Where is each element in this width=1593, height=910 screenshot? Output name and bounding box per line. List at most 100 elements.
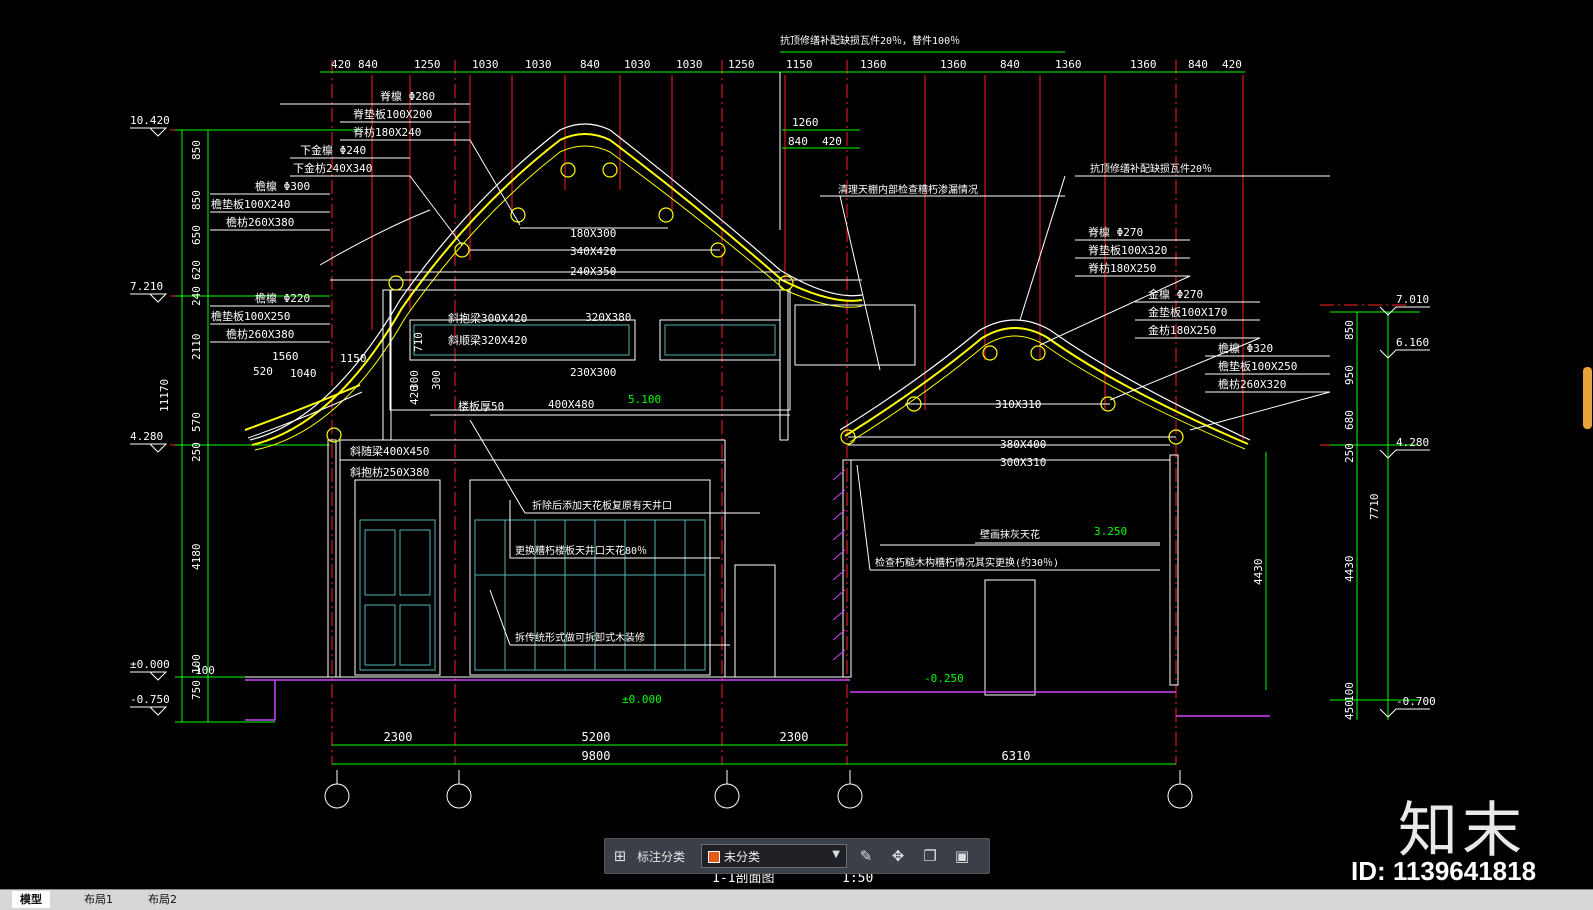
misc-dim-1: 1150 — [340, 352, 367, 365]
top-dim-right-0: 1150 — [786, 58, 813, 71]
left-dim-4: 240 — [190, 286, 203, 306]
axis-label-B: B — [846, 790, 855, 805]
axis-label-C: C — [722, 790, 731, 805]
left-dim-2: 650 — [190, 225, 203, 245]
member-label-left-4: 下金枋240X340 — [293, 161, 372, 175]
top-dim-right-7: 420 — [1222, 58, 1242, 71]
inner-dim-4430: 4430 — [1252, 559, 1265, 586]
axis-label-A: A — [1176, 790, 1185, 805]
right-dim-3: 250 — [1343, 443, 1356, 463]
member-label-left-2: 脊枋180X240 — [353, 125, 421, 139]
misc-dim-8: 100 — [195, 664, 215, 677]
top-dim-right-5: 1360 — [1130, 58, 1157, 71]
layout-tab-bar: 模型 布局1 布局2 — [0, 889, 1593, 910]
left-dim-labels: 85085065062024021105702504180100750 — [190, 140, 203, 700]
axis-label-D: D — [454, 790, 464, 805]
level-mid-2: -0.250 — [924, 672, 964, 685]
top-dimension-chain — [320, 51, 1245, 149]
level-right-3: -0.700 — [1396, 695, 1436, 708]
top-dim-left-3: 1030 — [472, 58, 499, 71]
member-label-mid-7: 400X480 — [548, 398, 594, 411]
member-label-mid-1: 340X420 — [570, 245, 616, 258]
note-plaster: 壁画抹灰天花 — [980, 528, 1040, 541]
level-left-1: 7.210 — [130, 280, 163, 293]
member-labels-mid: 180X300 340X420 240X350 斜抱梁300X420 斜顺梁320X42… — [350, 227, 631, 479]
member-labels-left: 脊檩 Φ280 脊垫板100X200 脊枋180X240 下金檩 Φ240 下金枋240… — [195, 89, 443, 677]
move-icon[interactable]: ✥ — [889, 847, 907, 865]
copy-icon[interactable]: ❐ — [921, 847, 939, 865]
member-label-mid-10: 斜抱枋250X380 — [350, 465, 429, 479]
annotation-toolbar: ⊞ 标注分类 未分类 ▼ ✎ ✥ ❐ ▣ — [604, 838, 990, 874]
vertical-scroll-indicator[interactable] — [1583, 367, 1592, 429]
level-right-0: 7.010 — [1396, 293, 1429, 306]
member-label-mid-4: 斜顺梁320X420 — [448, 333, 527, 347]
chevron-down-icon: ▼ — [832, 849, 840, 860]
level-mid-0: 5.100 — [628, 393, 661, 406]
right-dim-6: 450 — [1343, 700, 1356, 720]
member-label-right-4: 金垫板100X170 — [1148, 305, 1227, 319]
top-dim-left-5: 840 — [580, 58, 600, 71]
left-dim-3: 620 — [190, 260, 203, 280]
axis-label-E: E — [333, 790, 341, 805]
misc-dim-3: 1040 — [290, 367, 317, 380]
top-dim-right-1: 1360 — [860, 58, 887, 71]
note-replace: 更换糟朽楼板天井口天花80％ — [515, 544, 647, 557]
member-label-right-1: 脊垫板100X320 — [1088, 243, 1167, 257]
level-mid-1: 3.250 — [1094, 525, 1127, 538]
member-label-mid-0: 180X300 — [570, 227, 616, 240]
edit-icon[interactable]: ✎ — [857, 847, 875, 865]
category-dropdown[interactable]: 未分类 ▼ — [701, 844, 847, 868]
member-label-left-0: 脊檩 Φ280 — [380, 89, 435, 103]
tab-model[interactable]: 模型 — [12, 891, 50, 908]
top-dim-left-0: 420 — [331, 58, 351, 71]
member-label-right-7: 檐垫板100X250 — [1218, 359, 1297, 373]
misc-dim-4: 710 — [412, 332, 425, 352]
member-label-right-0: 脊檩 Φ270 — [1088, 225, 1143, 239]
level-left-3: ±0.000 — [130, 658, 170, 671]
level-left-2: 4.280 — [130, 430, 163, 443]
member-label-left-6: 檐垫板100X240 — [211, 197, 290, 211]
member-label-right-10: 380X400 — [1000, 438, 1046, 451]
level-marker-left-4 — [130, 706, 168, 716]
bottom-dim-row2-0: 9800 — [582, 749, 611, 763]
paste-icon[interactable]: ▣ — [953, 847, 971, 865]
member-label-left-5: 檐檩 Φ300 — [255, 179, 310, 193]
level-left-4: -0.750 — [130, 693, 170, 706]
level-marker-left-2 — [130, 443, 168, 453]
dim-1260: 1260 — [792, 116, 819, 129]
misc-dim-2: 520 — [253, 365, 273, 378]
toolbar-label: 标注分类 — [637, 850, 686, 864]
level-left-0: 10.420 — [130, 114, 170, 127]
axis-bubbles: EDCBA — [324, 770, 1193, 809]
dim-420: 420 — [822, 135, 842, 148]
bottom-dimensions — [332, 744, 1176, 765]
member-label-right-3: 金檩 Φ270 — [1148, 287, 1203, 301]
member-label-right-5: 金枋180X250 — [1148, 323, 1216, 337]
note-panel: 折除后添加天花板复原有天井口 — [532, 499, 672, 512]
note-rot: 检查朽糙木构糟朽情况其实更换(约30％) — [875, 556, 1059, 569]
member-label-mid-5: 320X380 — [585, 311, 631, 324]
misc-dim-7: 300 — [430, 370, 443, 390]
bottom-dim-row2-1: 6310 — [1002, 749, 1031, 763]
top-dim-left-2: 1250 — [414, 58, 441, 71]
member-label-left-7: 檐枋260X380 — [226, 215, 294, 229]
right-dim-1: 950 — [1343, 365, 1356, 385]
left-dim-1: 850 — [190, 190, 203, 210]
tab-layout1[interactable]: 布局1 — [76, 891, 121, 908]
member-label-right-6: 檐檩 Φ320 — [1218, 341, 1273, 355]
note-door: 拆传统形式做可拆卸式木装修 — [515, 631, 645, 644]
bottom-dim-labels: 2300 5200 2300 9800 6310 — [384, 730, 1031, 763]
member-label-left-10: 檐枋260X380 — [226, 327, 294, 341]
right-dim-labels: 850 950 680 250 4430 100450 — [1343, 320, 1356, 720]
bottom-dim-row1-1: 5200 — [582, 730, 611, 744]
top-dim-left-7: 1030 — [676, 58, 703, 71]
grid-menu-icon[interactable]: ⊞ — [611, 847, 629, 865]
member-label-left-9: 檐垫板100X250 — [211, 309, 290, 323]
image-id: ID: 1139641818 — [1351, 856, 1537, 886]
ground-line — [245, 676, 1270, 721]
cad-drawing-canvas[interactable]: 420 840 1250 1030 1030 840 1030 1030 1250 1150 13… — [0, 0, 1593, 889]
building-structure — [339, 289, 1170, 696]
right-dim-4: 4430 — [1343, 556, 1356, 583]
top-dim-right-6: 840 — [1188, 58, 1208, 71]
tab-layout2[interactable]: 布局2 — [140, 891, 185, 908]
